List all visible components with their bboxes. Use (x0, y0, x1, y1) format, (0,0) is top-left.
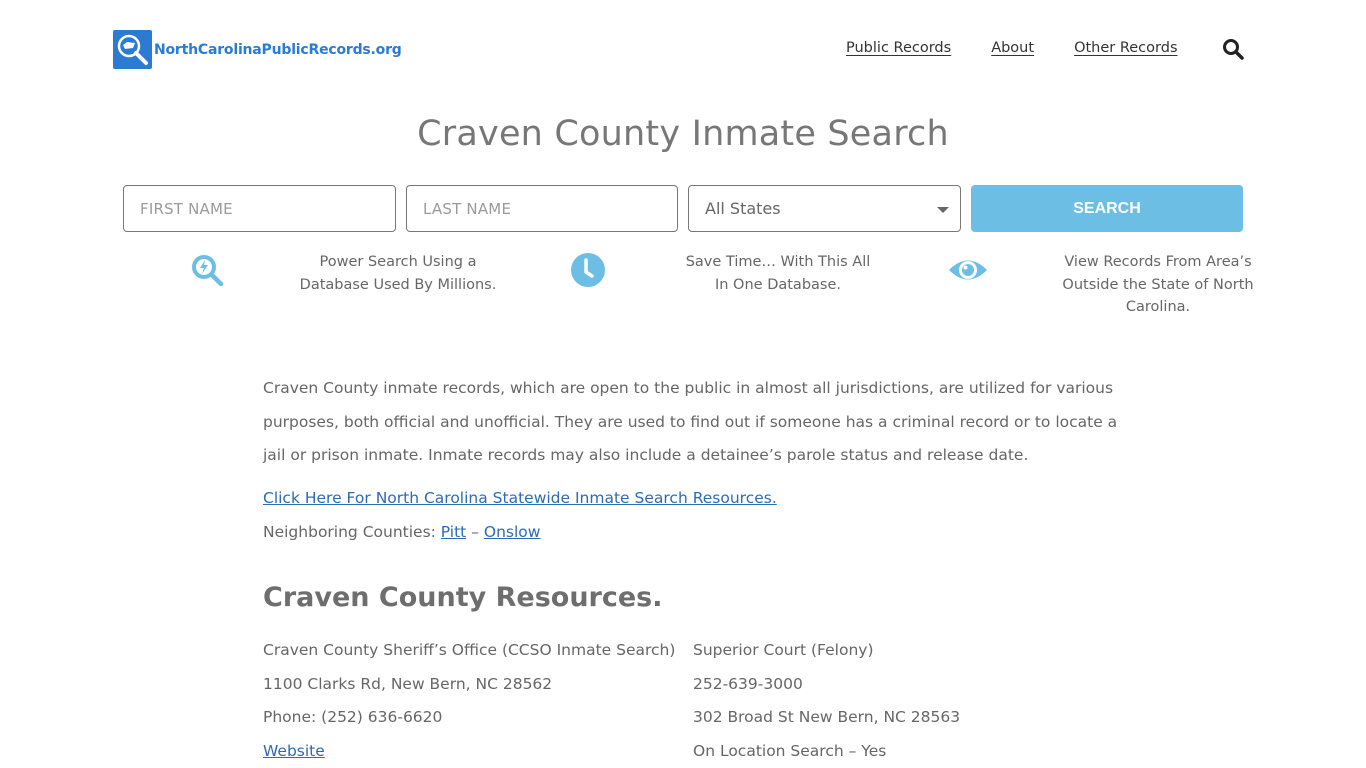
nav-about[interactable]: About (991, 40, 1034, 56)
magnifier-map-logo-icon (113, 30, 152, 69)
search-icon[interactable] (1222, 38, 1244, 60)
main-nav: Public Records About Other Records (846, 40, 1218, 56)
feature-text-save-time: Save Time… With This All In One Database… (685, 254, 871, 293)
state-select[interactable]: All States (688, 185, 961, 232)
sheriff-office-info: Craven County Sheriff’s Office (CCSO Inm… (263, 639, 675, 768)
clock-icon (569, 251, 607, 289)
court-on-location: On Location Search – Yes (693, 741, 887, 760)
court-phone: 252-639-3000 (693, 674, 803, 693)
court-name: Superior Court (Felony) (693, 641, 874, 659)
statewide-resources-link[interactable]: Click Here For North Carolina Statewide … (263, 489, 777, 507)
search-button[interactable]: SEARCH (971, 185, 1243, 232)
caret-down-icon (937, 207, 949, 213)
sheriff-address: 1100 Clarks Rd, New Bern, NC 28562 (263, 674, 553, 693)
sheriff-name: Craven County Sheriff’s Office (CCSO Inm… (263, 641, 676, 659)
resources-heading: Craven County Resources. (263, 582, 663, 613)
neighboring-counties: Neighboring Counties: Pitt – Onslow (263, 523, 540, 541)
site-logo[interactable]: NorthCarolinaPublicRecords.org (113, 30, 402, 69)
neighbors-separator: – (466, 523, 484, 541)
county-link-onslow[interactable]: Onslow (484, 523, 541, 541)
intro-paragraph: Craven County inmate records, which are … (263, 379, 1118, 464)
county-link-pitt[interactable]: Pitt (441, 523, 466, 541)
sheriff-phone: Phone: (252) 636-6620 (263, 708, 443, 726)
sheriff-website-link[interactable]: Website (263, 742, 325, 760)
neighbors-label: Neighboring Counties: (263, 523, 441, 541)
feature-text-view-records: View Records From Area’s Outside the Sta… (1062, 254, 1254, 315)
logo-text: NorthCarolinaPublicRecords.org (154, 41, 402, 58)
court-address: 302 Broad St New Bern, NC 28563 (693, 708, 961, 726)
page-title: Craven County Inmate Search (417, 114, 949, 154)
eye-icon (948, 251, 987, 289)
site-header: NorthCarolinaPublicRecords.org Public Re… (0, 0, 1366, 100)
nav-public-records[interactable]: Public Records (846, 40, 951, 56)
first-name-input[interactable] (123, 185, 396, 232)
feature-text-power-search: Power Search Using a Database Used By Mi… (299, 254, 497, 293)
state-select-value: All States (705, 199, 781, 218)
last-name-input[interactable] (406, 185, 678, 232)
superior-court-info: Superior Court (Felony) 252-639-3000 302… (693, 639, 960, 768)
power-search-icon (189, 251, 227, 289)
nav-other-records[interactable]: Other Records (1074, 40, 1177, 56)
